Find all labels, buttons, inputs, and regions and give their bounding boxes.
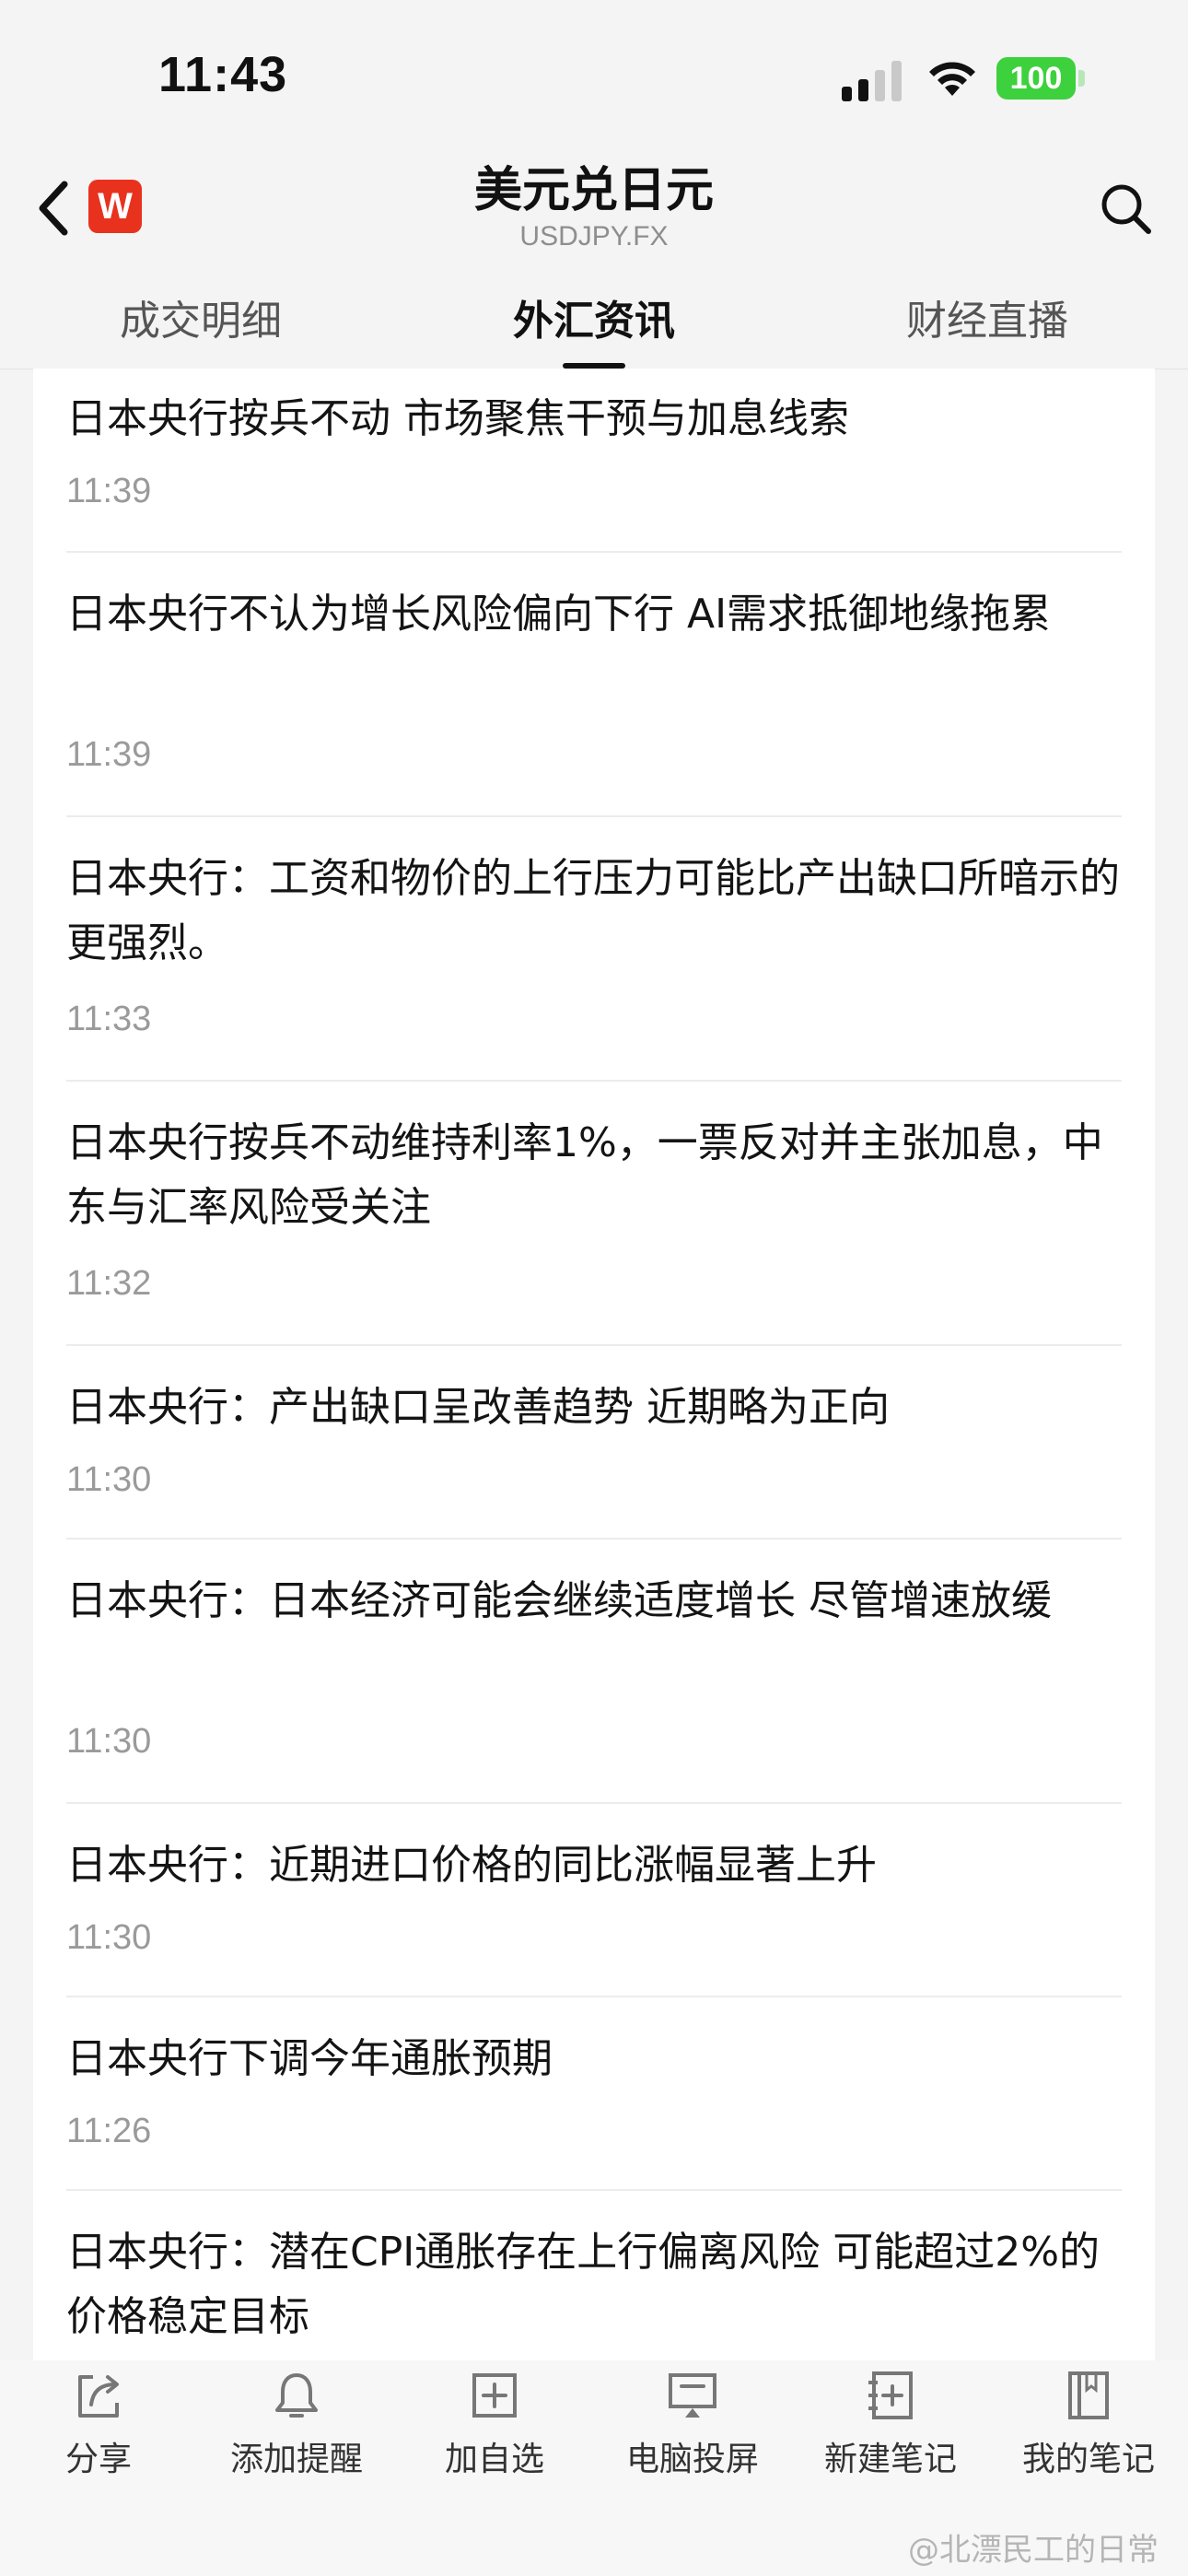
add-watchlist-label: 加自选 xyxy=(444,2441,544,2478)
list-item[interactable]: 日本央行：日本经济可能会继续适度增长 尽管增速放缓 11:30 xyxy=(66,1538,1122,1804)
list-item[interactable]: 日本央行：潜在CPI通胀存在上行偏离风险 可能超过2%的价格稳定目标 xyxy=(66,2189,1122,2360)
list-item[interactable]: 日本央行按兵不动维持利率1%，一票反对并主张加息，中东与汇率风险受关注 11:3… xyxy=(66,1080,1122,1346)
share-label: 分享 xyxy=(64,2441,132,2478)
page-subtitle: USDJPY.FX xyxy=(519,221,669,252)
news-title: 日本央行：产出缺口呈改善趋势 近期略为正向 xyxy=(66,1384,890,1431)
screen-cast-button[interactable]: 电脑投屏 xyxy=(600,2368,785,2478)
news-time: 11:39 xyxy=(66,735,152,774)
news-title: 日本央行：近期进口价格的同比涨幅显著上升 xyxy=(66,1842,877,1889)
add-alert-label: 添加提醒 xyxy=(229,2441,363,2478)
add-box-icon xyxy=(472,2373,517,2418)
list-item[interactable]: 日本央行：近期进口价格的同比涨幅显著上升 11:30 xyxy=(66,1802,1122,1997)
bell-icon xyxy=(275,2373,318,2418)
news-title: 日本央行：工资和物价的上行压力可能比产出缺口所暗示的更强烈。 xyxy=(66,855,1120,966)
list-item[interactable]: 日本央行：工资和物价的上行压力可能比产出缺口所暗示的更强烈。 11:33 xyxy=(66,815,1122,1082)
battery-indicator: 100 xyxy=(996,57,1085,100)
battery-level: 100 xyxy=(996,57,1076,100)
notebook-icon xyxy=(1068,2371,1109,2419)
screen-cast-label: 电脑投屏 xyxy=(625,2441,759,2478)
my-notes-button[interactable]: 我的笔记 xyxy=(996,2368,1181,2478)
nav-header: W 美元兑日元 USDJPY.FX xyxy=(0,147,1188,276)
news-time: 11:30 xyxy=(66,1460,152,1499)
my-notes-label: 我的笔记 xyxy=(1021,2441,1155,2478)
news-time: 11:33 xyxy=(66,1000,152,1038)
status-bar: 11:43 100 xyxy=(0,0,1188,147)
screen-cast-icon xyxy=(669,2373,716,2418)
share-icon xyxy=(78,2375,119,2418)
news-title: 日本央行下调今年通胀预期 xyxy=(66,2035,553,2082)
status-time: 11:43 xyxy=(158,47,288,102)
news-time: 11:39 xyxy=(66,472,152,510)
news-time: 11:30 xyxy=(66,1918,152,1957)
new-note-icon xyxy=(868,2371,913,2419)
tab-bar: 成交明细 外汇资讯 财经直播 xyxy=(0,276,1188,369)
new-note-label: 新建笔记 xyxy=(823,2441,957,2478)
share-button[interactable]: 分享 xyxy=(6,2368,191,2478)
tab-finance-live[interactable]: 财经直播 xyxy=(849,287,1125,346)
watermark: @北漂民工的日常 xyxy=(908,2532,1159,2569)
tab-trade-details[interactable]: 成交明细 xyxy=(63,287,339,346)
list-item[interactable]: 日本央行：产出缺口呈改善趋势 近期略为正向 11:30 xyxy=(66,1344,1122,1540)
add-alert-button[interactable]: 添加提醒 xyxy=(204,2368,389,2478)
news-time: 11:32 xyxy=(66,1264,152,1303)
list-item[interactable]: 日本央行按兵不动 市场聚焦干预与加息线索 11:39 xyxy=(66,369,1122,553)
tab-forex-news[interactable]: 外汇资讯 xyxy=(456,287,732,346)
news-time: 11:30 xyxy=(66,1722,152,1761)
battery-cap xyxy=(1078,70,1085,87)
add-watchlist-button[interactable]: 加自选 xyxy=(402,2368,587,2478)
news-time: 11:26 xyxy=(66,2112,152,2150)
search-icon[interactable] xyxy=(1098,181,1153,236)
new-note-button[interactable]: 新建笔记 xyxy=(798,2368,983,2478)
news-title: 日本央行按兵不动维持利率1%，一票反对并主张加息，中东与汇率风险受关注 xyxy=(66,1119,1103,1231)
news-title: 日本央行：日本经济可能会继续适度增长 尽管增速放缓 xyxy=(66,1577,1052,1624)
news-title: 日本央行：潜在CPI通胀存在上行偏离风险 可能超过2%的价格稳定目标 xyxy=(66,2229,1101,2340)
page-title: 美元兑日元 xyxy=(473,163,714,218)
news-title: 日本央行按兵不动 市场聚焦干预与加息线索 xyxy=(66,395,849,442)
wifi-icon xyxy=(929,62,975,96)
list-item[interactable]: 日本央行不认为增长风险偏向下行 AI需求抵御地缘拖累 11:39 xyxy=(66,551,1122,817)
list-item[interactable]: 日本央行下调今年通胀预期 11:26 xyxy=(66,1996,1122,2191)
cellular-signal-icon xyxy=(842,61,902,101)
news-title: 日本央行不认为增长风险偏向下行 AI需求抵御地缘拖累 xyxy=(66,591,1052,638)
news-list-card: 日本央行按兵不动 市场聚焦干预与加息线索 11:39 日本央行不认为增长风险偏向… xyxy=(33,369,1155,2360)
